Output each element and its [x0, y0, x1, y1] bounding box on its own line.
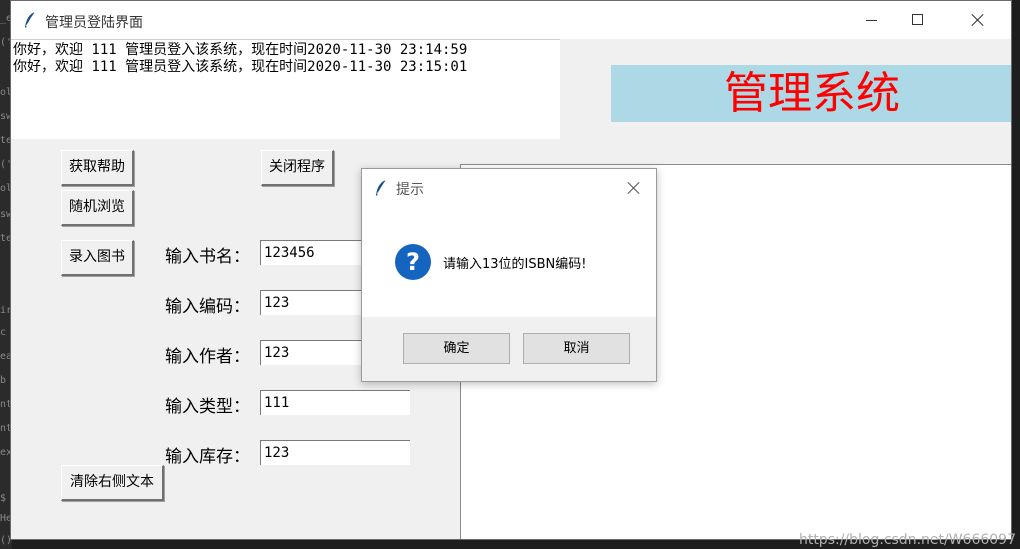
ok-button[interactable]: 确定 — [403, 333, 510, 364]
prompt-dialog: 提示 ? 请输入13位的ISBN编码! 确定 取消 — [361, 168, 657, 382]
log-line: 你好，欢迎 111 管理员登入该系统，现在时间2020-11-30 23:14:… — [13, 42, 468, 58]
stock-label: 输入库存： — [165, 447, 250, 467]
close-button[interactable] — [955, 1, 1001, 39]
cancel-button[interactable]: 取消 — [523, 333, 630, 364]
tk-feather-icon — [25, 11, 36, 28]
watermark: https://blog.csdn.net/W666097 — [798, 532, 1016, 548]
get-help-button[interactable]: 获取帮助 — [61, 150, 134, 186]
maximize-icon — [912, 14, 923, 25]
random-browse-button[interactable]: 随机浏览 — [61, 190, 134, 226]
minimize-button[interactable] — [849, 1, 895, 39]
dialog-footer: 确定 取消 — [362, 317, 656, 381]
dialog-title: 提示 — [396, 182, 424, 198]
question-icon: ? — [395, 244, 431, 280]
type-input[interactable]: 111 — [260, 390, 410, 415]
window-title: 管理员登陆界面 — [45, 15, 143, 31]
log-textbox[interactable]: 你好，欢迎 111 管理员登入该系统，现在时间2020-11-30 23:14:… — [11, 39, 560, 139]
add-book-button[interactable]: 录入图书 — [61, 240, 134, 276]
dialog-close-icon[interactable] — [626, 180, 642, 196]
dialog-message: 请输入13位的ISBN编码! — [443, 257, 587, 272]
close-program-button[interactable]: 关闭程序 — [261, 150, 334, 186]
minimize-icon — [866, 20, 877, 21]
clear-right-text-button[interactable]: 清除右侧文本 — [61, 465, 164, 501]
log-line: 你好，欢迎 111 管理员登入该系统，现在时间2020-11-30 23:15:… — [13, 59, 468, 75]
close-icon — [971, 13, 985, 27]
book-code-label: 输入编码： — [165, 297, 250, 317]
tk-feather-icon — [376, 179, 387, 196]
book-name-label: 输入书名： — [165, 247, 250, 267]
author-label: 输入作者： — [165, 347, 250, 367]
stock-input[interactable]: 123 — [260, 440, 410, 465]
system-banner: 管理系统 — [611, 65, 1011, 122]
title-bar[interactable]: 管理员登陆界面 — [11, 1, 1011, 39]
maximize-button[interactable] — [895, 1, 941, 39]
type-label: 输入类型： — [165, 397, 250, 417]
